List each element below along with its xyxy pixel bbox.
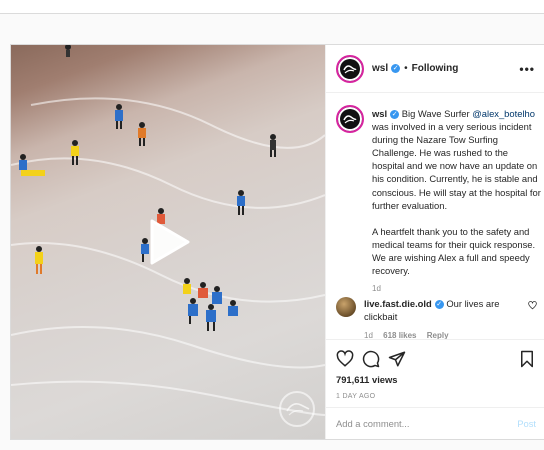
verified-badge-icon: ✓: [391, 64, 401, 73]
wsl-logo-icon: [343, 115, 357, 124]
mention-link[interactable]: @alex_botelho: [472, 108, 535, 119]
username-link[interactable]: wsl: [372, 63, 388, 74]
wsl-seal-icon: [279, 391, 315, 427]
add-comment-input[interactable]: Add a comment...: [336, 418, 409, 429]
like-icon[interactable]: [336, 350, 354, 368]
top-navigation-bar: [0, 0, 544, 14]
caption-intro: Big Wave Surfer: [401, 108, 473, 119]
separator-dot: •: [404, 63, 408, 74]
share-icon[interactable]: [388, 350, 406, 368]
add-comment-bar: Add a comment... Post: [326, 407, 544, 439]
view-count[interactable]: 791,611 views: [336, 374, 536, 385]
comment-like-icon[interactable]: [528, 301, 537, 310]
comment-item: live.fast.die.old ✓ Our lives are clickba…: [336, 297, 541, 342]
post-timestamp: 1 DAY AGO: [336, 393, 376, 400]
more-options-icon[interactable]: •••: [519, 62, 535, 76]
following-button[interactable]: Following: [412, 63, 459, 74]
caption-paragraph-2: A heartfelt thank you to the safety and …: [372, 225, 536, 277]
caption-body: was involved in a very serious incident …: [372, 121, 541, 211]
post-comment-button[interactable]: Post: [517, 418, 536, 429]
rescue-people: [19, 45, 276, 331]
comment-username[interactable]: live.fast.die.old: [364, 298, 432, 309]
comment-icon[interactable]: [362, 350, 380, 368]
caption-time: 1d: [372, 284, 381, 294]
post-caption: wsl ✓ Big Wave Surfer @alex_botelho was i…: [336, 105, 541, 295]
verified-badge-icon: ✓: [390, 110, 400, 120]
comment-avatar[interactable]: [336, 297, 356, 317]
post-header: wsl ✓ • Following •••: [326, 45, 544, 93]
post-card: wsl ✓ • Following ••• wsl ✓ Big Wave Surf…: [10, 44, 544, 440]
wsl-logo-icon: [343, 64, 357, 73]
post-actions: 791,611 views 1 DAY AGO: [326, 339, 544, 400]
comment-body: live.fast.die.old ✓ Our lives are clickba…: [364, 297, 524, 342]
save-icon[interactable]: [518, 350, 536, 368]
caption-text: wsl ✓ Big Wave Surfer @alex_botelho was i…: [372, 107, 541, 295]
post-sidebar: wsl ✓ • Following ••• wsl ✓ Big Wave Surf…: [325, 45, 544, 439]
profile-avatar[interactable]: [336, 54, 364, 83]
verified-badge-icon: ✓: [434, 300, 444, 310]
action-icons: [336, 348, 536, 370]
play-icon[interactable]: [148, 217, 192, 267]
caption-avatar[interactable]: [336, 105, 364, 133]
caption-username[interactable]: wsl: [372, 108, 387, 119]
video-player[interactable]: [11, 45, 325, 439]
